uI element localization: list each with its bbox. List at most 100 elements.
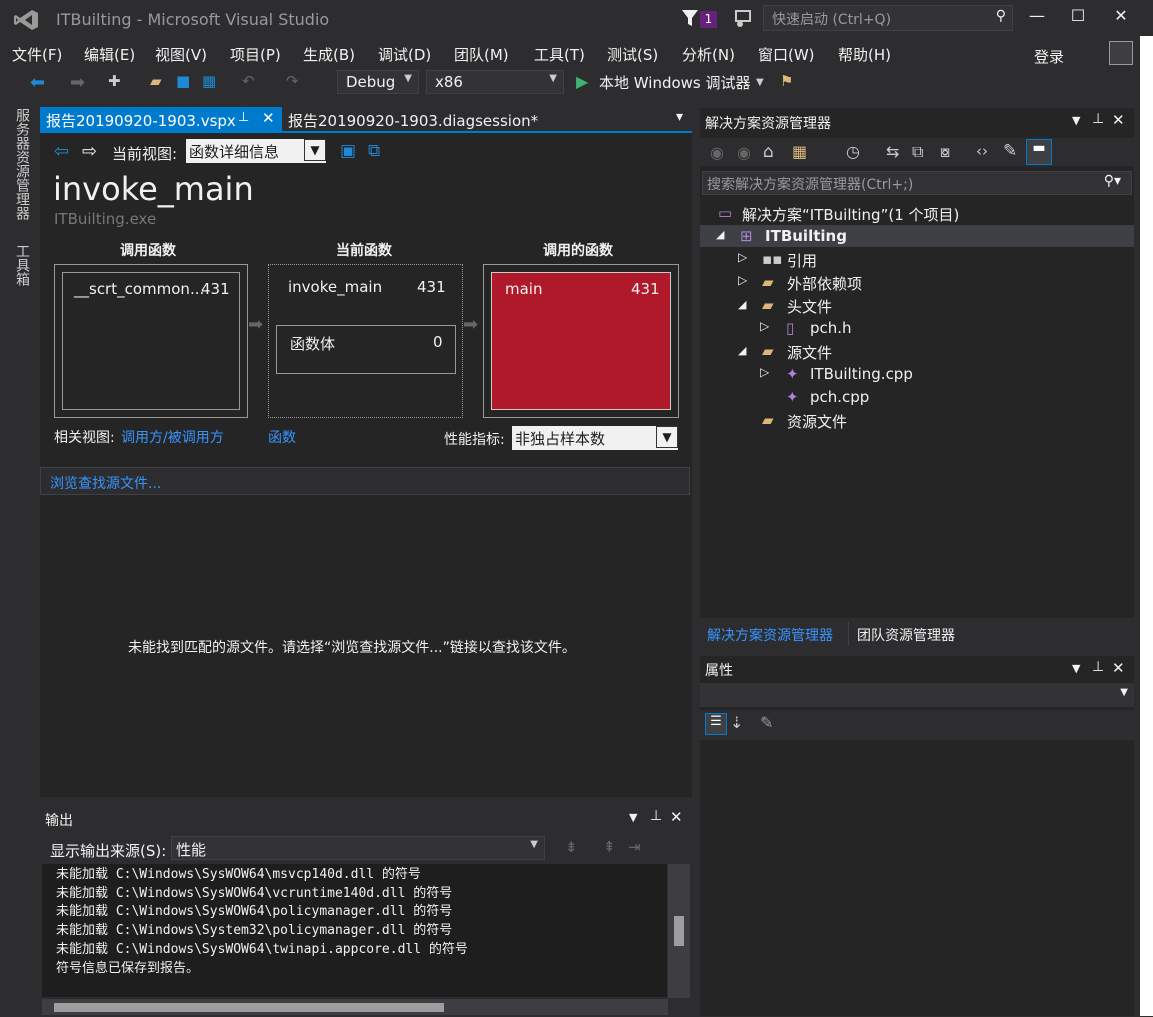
- callers-callees-link[interactable]: 调用方/被调用方: [121, 427, 224, 447]
- close-tab-icon[interactable]: ✕: [262, 109, 275, 127]
- menu-analyze[interactable]: 分析(N): [682, 44, 735, 65]
- output-menu-icon[interactable]: ▼: [629, 811, 637, 824]
- collapsed-arrow-icon[interactable]: ▷: [738, 250, 747, 264]
- output-pin-icon[interactable]: ⊥: [650, 808, 662, 824]
- start-debugger-button[interactable]: 本地 Windows 调试器: [599, 72, 751, 93]
- property-pages-icon[interactable]: ✎: [760, 713, 773, 732]
- output-text[interactable]: 未能加载 C:\Windows\SysWOW64\msvcp140d.dll 的…: [42, 864, 667, 997]
- tree-pch-h[interactable]: pch.h: [810, 319, 852, 337]
- filter-icon[interactable]: [681, 8, 699, 28]
- minimize-button[interactable]: —: [1022, 6, 1052, 30]
- metric-select[interactable]: 非独占样本数 ▼: [512, 426, 678, 450]
- expanded-arrow-icon[interactable]: ◢: [738, 298, 746, 311]
- save-icon[interactable]: ■: [176, 72, 190, 90]
- panel-pin-icon[interactable]: ⊥: [1092, 659, 1104, 675]
- forward-icon[interactable]: ◉: [737, 143, 751, 162]
- tree-external-deps[interactable]: 外部依赖项: [787, 273, 862, 294]
- redo-icon[interactable]: ↷: [286, 72, 299, 90]
- view-code-icon[interactable]: ‹›: [976, 142, 988, 160]
- menu-edit[interactable]: 编辑(E): [84, 44, 135, 65]
- maximize-button[interactable]: ☐: [1063, 6, 1093, 30]
- menu-window[interactable]: 窗口(W): [758, 44, 815, 65]
- tab-diagsession[interactable]: 报告20190920-1903.diagsession*: [288, 110, 538, 131]
- toolbox-tab[interactable]: 工具箱: [12, 244, 32, 286]
- tree-resource-files[interactable]: 资源文件: [787, 411, 847, 432]
- menu-view[interactable]: 视图(V): [155, 44, 207, 65]
- notification-badge[interactable]: 1: [700, 11, 717, 28]
- properties-wrench-icon[interactable]: ✎: [1003, 141, 1017, 161]
- show-all-files-icon[interactable]: ⧇: [940, 142, 950, 162]
- save-report-icon[interactable]: ▣: [340, 141, 356, 161]
- output-horizontal-scrollbar[interactable]: [42, 999, 668, 1015]
- forward-arrow-icon[interactable]: ⇨: [82, 141, 97, 162]
- open-file-icon[interactable]: ▰: [150, 72, 162, 90]
- quick-launch-input[interactable]: 快速启动 (Ctrl+Q) ⚲: [763, 5, 1013, 31]
- feedback-icon[interactable]: [733, 9, 753, 29]
- expanded-arrow-icon[interactable]: ◢: [738, 344, 746, 357]
- menu-tools[interactable]: 工具(T): [534, 44, 585, 65]
- tab-solution-explorer[interactable]: 解决方案资源管理器: [707, 625, 833, 645]
- find-in-files-icon[interactable]: ⚑: [780, 72, 793, 90]
- export-icon[interactable]: ⧉: [368, 141, 380, 161]
- menu-build[interactable]: 生成(B): [303, 44, 355, 65]
- tab-list-icon[interactable]: ▾: [676, 109, 683, 125]
- alphabetical-icon[interactable]: ⇣: [730, 713, 743, 732]
- tab-team-explorer[interactable]: 团队资源管理器: [848, 622, 1134, 646]
- prev-message-icon[interactable]: ⇞: [603, 838, 616, 856]
- back-icon[interactable]: ◉: [710, 143, 724, 162]
- avatar[interactable]: [1109, 41, 1133, 65]
- scroll-thumb[interactable]: [674, 916, 684, 946]
- close-button[interactable]: ✕: [1106, 6, 1136, 30]
- expanded-arrow-icon[interactable]: ◢: [716, 228, 724, 241]
- tree-references[interactable]: 引用: [787, 250, 817, 271]
- clear-all-icon[interactable]: ⇥: [628, 838, 641, 856]
- panel-close-icon[interactable]: ✕: [1112, 111, 1125, 129]
- panel-pin-icon[interactable]: ⊥: [1092, 111, 1104, 127]
- debugger-chevron-icon[interactable]: ▼: [756, 77, 764, 88]
- output-close-icon[interactable]: ✕: [670, 808, 683, 826]
- switch-views-icon[interactable]: ▦: [792, 142, 807, 161]
- output-vertical-scrollbar[interactable]: [668, 864, 690, 998]
- undo-icon[interactable]: ↶: [242, 72, 255, 90]
- config-combo[interactable]: Debug ▼: [337, 70, 419, 94]
- solution-search-input[interactable]: 搜索解决方案资源管理器(Ctrl+;) ⚲▾: [702, 171, 1132, 195]
- new-project-icon[interactable]: ✚: [108, 72, 121, 90]
- browse-source-link[interactable]: 浏览查找源文件...: [50, 473, 161, 493]
- collapsed-arrow-icon[interactable]: ▷: [760, 365, 769, 379]
- collapsed-arrow-icon[interactable]: ▷: [738, 273, 747, 287]
- save-all-icon[interactable]: ▦: [202, 72, 216, 90]
- collapse-all-icon[interactable]: ⧉: [912, 142, 923, 162]
- find-message-icon[interactable]: ⇟: [565, 838, 578, 856]
- home-icon[interactable]: ⌂: [763, 142, 774, 162]
- tree-source-files[interactable]: 源文件: [787, 342, 832, 363]
- sync-icon[interactable]: ⇆: [886, 142, 899, 161]
- server-explorer-tab[interactable]: 服务器资源管理器: [12, 108, 32, 220]
- back-arrow-icon[interactable]: ⇦: [54, 141, 69, 162]
- menu-file[interactable]: 文件(F): [12, 44, 62, 65]
- tree-project[interactable]: ITBuilting: [765, 227, 847, 245]
- menu-project[interactable]: 项目(P): [230, 44, 281, 65]
- tree-solution[interactable]: 解决方案“ITBuilting”(1 个项目): [742, 204, 959, 225]
- preview-selected-icon[interactable]: ▬: [1026, 139, 1052, 165]
- menu-help[interactable]: 帮助(H): [838, 44, 891, 65]
- collapsed-arrow-icon[interactable]: ▷: [760, 319, 769, 333]
- tree-pch-cpp[interactable]: pch.cpp: [810, 388, 869, 406]
- navigate-forward-icon[interactable]: ➡: [70, 72, 85, 93]
- menu-debug[interactable]: 调试(D): [378, 44, 431, 65]
- callee-name[interactable]: main: [505, 280, 542, 298]
- categorized-icon[interactable]: ☰: [705, 713, 727, 735]
- properties-object-select[interactable]: ▼: [700, 683, 1134, 707]
- panel-close-icon[interactable]: ✕: [1112, 659, 1125, 677]
- panel-menu-icon[interactable]: ▼: [1072, 114, 1080, 127]
- menu-test[interactable]: 测试(S): [607, 44, 658, 65]
- tree-itbuilting-cpp[interactable]: ITBuilting.cpp: [810, 365, 913, 383]
- functions-link[interactable]: 函数: [268, 427, 296, 447]
- navigate-back-icon[interactable]: ⬅: [30, 72, 45, 93]
- tab-vspx-report[interactable]: 报告20190920-1903.vspx ⊥ ✕: [40, 107, 282, 131]
- pin-icon[interactable]: ⊥: [238, 110, 249, 125]
- scroll-thumb[interactable]: [54, 1003, 444, 1012]
- menu-team[interactable]: 团队(M): [454, 44, 509, 65]
- start-debug-icon[interactable]: ▶: [576, 72, 588, 91]
- caller-name[interactable]: __scrt_common...: [74, 280, 204, 298]
- platform-combo[interactable]: x86 ▼: [426, 70, 564, 94]
